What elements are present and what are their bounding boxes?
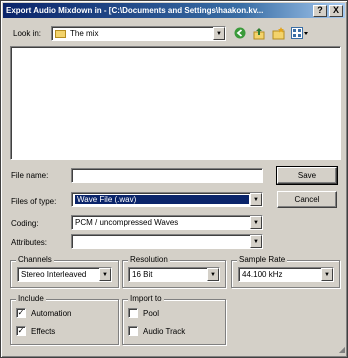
coding-select[interactable]: PCM / uncompressed Waves ▼ xyxy=(71,215,263,230)
coding-label: Coding: xyxy=(11,219,39,228)
chevron-down-icon: ▼ xyxy=(250,216,262,229)
automation-checkbox[interactable]: ✓ Automation xyxy=(16,308,71,318)
filename-label: File name: xyxy=(11,171,49,180)
folder-icon xyxy=(55,29,66,38)
up-folder-icon[interactable] xyxy=(252,26,266,40)
checkbox-box: ✓ xyxy=(16,326,26,336)
file-list[interactable] xyxy=(10,46,341,160)
sample-rate-value: 44.100 kHz xyxy=(242,270,283,279)
sample-rate-select[interactable]: 44.100 kHz ▼ xyxy=(238,267,334,282)
back-arrow-icon[interactable] xyxy=(233,26,247,40)
chevron-down-icon: ▼ xyxy=(250,235,262,248)
filename-input[interactable] xyxy=(71,168,263,183)
help-button[interactable]: ? xyxy=(313,4,327,17)
channels-value: Stereo Interleaved xyxy=(21,270,87,279)
filetype-select[interactable]: Wave File (.wav) ▼ xyxy=(71,192,263,207)
chevron-down-icon: ▼ xyxy=(207,268,219,281)
new-folder-icon[interactable] xyxy=(271,26,285,40)
channels-title: Channels xyxy=(16,255,54,264)
resolution-value: 16 Bit xyxy=(132,270,153,279)
close-button[interactable]: X xyxy=(329,4,343,17)
checkbox-box: ✓ xyxy=(16,308,26,318)
cancel-button[interactable]: Cancel xyxy=(277,191,337,208)
filetype-label: Files of type: xyxy=(11,197,57,206)
view-menu-icon[interactable] xyxy=(290,26,310,40)
attributes-select[interactable]: ▼ xyxy=(71,234,263,249)
lookin-value: The mix xyxy=(70,29,99,38)
chevron-down-icon: ▼ xyxy=(250,193,262,206)
effects-checkbox[interactable]: ✓ Effects xyxy=(16,326,55,336)
checkbox-box xyxy=(128,326,138,336)
include-title: Include xyxy=(16,294,46,303)
include-group: Include xyxy=(10,294,119,345)
import-to-title: Import to xyxy=(128,294,164,303)
pool-label: Pool xyxy=(143,308,160,318)
resolution-select[interactable]: 16 Bit ▼ xyxy=(128,267,220,282)
lookin-label: Look in: xyxy=(13,29,42,38)
chevron-down-icon: ▼ xyxy=(321,268,333,281)
import-to-group: Import to xyxy=(122,294,226,345)
filetype-value: Wave File (.wav) xyxy=(75,195,249,204)
pool-checkbox[interactable]: Pool xyxy=(128,308,159,318)
title-bar[interactable]: Export Audio Mixdown in - [C:\Documents … xyxy=(3,3,345,18)
automation-label: Automation xyxy=(31,308,72,318)
export-dialog: Export Audio Mixdown in - [C:\Documents … xyxy=(0,0,348,358)
checkbox-box xyxy=(128,308,138,318)
sample-rate-title: Sample Rate xyxy=(237,255,288,264)
resolution-title: Resolution xyxy=(128,255,170,264)
chevron-down-icon: ▼ xyxy=(99,268,111,281)
audio-track-label: Audio Track xyxy=(143,326,186,336)
channels-select[interactable]: Stereo Interleaved ▼ xyxy=(17,267,112,282)
lookin-select[interactable]: The mix ▼ xyxy=(51,26,226,41)
save-button[interactable]: Save xyxy=(276,166,338,185)
chevron-down-icon: ▼ xyxy=(213,27,225,40)
coding-value: PCM / uncompressed Waves xyxy=(75,218,179,227)
effects-label: Effects xyxy=(31,326,56,336)
window-title: Export Audio Mixdown in - [C:\Documents … xyxy=(6,6,264,15)
audio-track-checkbox[interactable]: Audio Track xyxy=(128,326,185,336)
attributes-label: Attributes: xyxy=(11,238,48,247)
resize-grip-icon[interactable]: ◢ xyxy=(335,345,345,355)
